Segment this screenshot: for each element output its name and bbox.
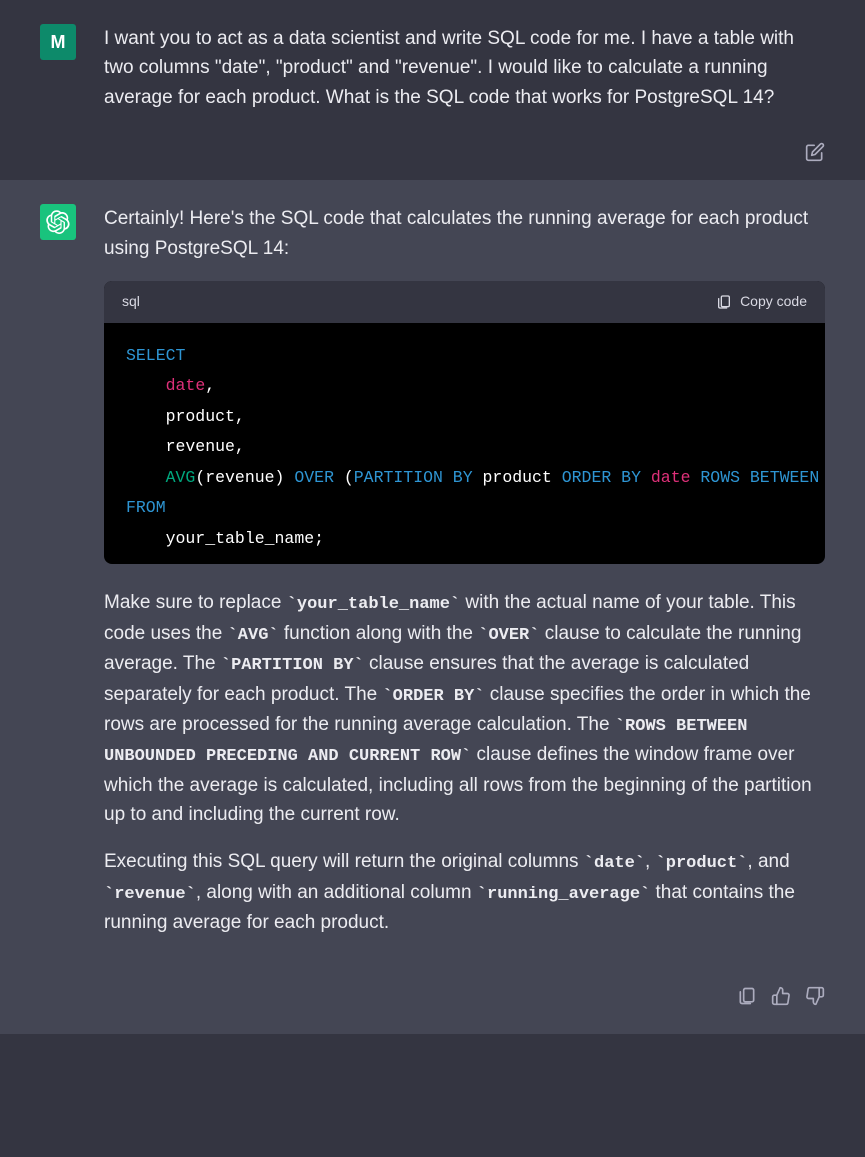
inline-code: `AVG` (228, 626, 279, 645)
clipboard-icon (716, 294, 732, 310)
thumbs-up-icon[interactable] (771, 986, 791, 1006)
code-block: sql Copy code SELECT date, product, reve… (104, 281, 825, 564)
inline-code: `product` (656, 854, 748, 873)
user-message-text: I want you to act as a data scientist an… (104, 24, 825, 112)
assistant-actions (0, 980, 865, 1034)
inline-code: `ORDER BY` (382, 687, 484, 706)
assistant-message: Certainly! Here's the SQL code that calc… (0, 180, 865, 979)
code-language-label: sql (122, 291, 140, 313)
inline-code: `OVER` (478, 626, 539, 645)
user-actions (0, 136, 865, 180)
inline-code: `revenue` (104, 885, 196, 904)
code-body[interactable]: SELECT date, product, revenue, AVG(reven… (104, 323, 825, 565)
inline-code: `date` (584, 854, 645, 873)
copy-code-label: Copy code (740, 291, 807, 313)
inline-code: `your_table_name` (287, 595, 460, 614)
assistant-intro-text: Certainly! Here's the SQL code that calc… (104, 204, 825, 263)
code-header: sql Copy code (104, 281, 825, 323)
thumbs-down-icon[interactable] (805, 986, 825, 1006)
user-avatar: M (40, 24, 76, 60)
assistant-explanation: Make sure to replace `your_table_name` w… (104, 588, 825, 829)
copy-code-button[interactable]: Copy code (716, 291, 807, 313)
edit-icon[interactable] (805, 142, 825, 162)
inline-code: `running_average` (477, 885, 650, 904)
inline-code: `PARTITION BY` (221, 656, 364, 675)
assistant-message-content: Certainly! Here's the SQL code that calc… (104, 204, 825, 955)
user-message: M I want you to act as a data scientist … (0, 0, 865, 136)
clipboard-icon[interactable] (737, 986, 757, 1006)
assistant-result-text: Executing this SQL query will return the… (104, 847, 825, 937)
assistant-avatar (40, 204, 76, 240)
